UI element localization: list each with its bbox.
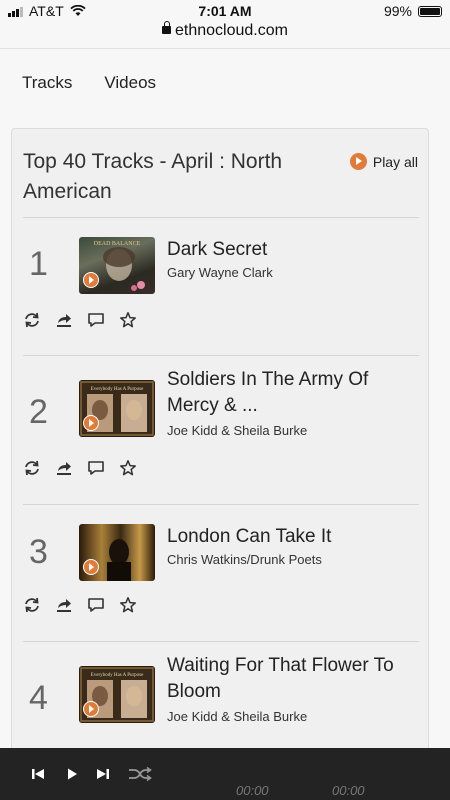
track-cover[interactable]: Everybody Has A Purpose xyxy=(79,666,155,723)
panel-title: Top 40 Tracks - April : North American xyxy=(23,150,283,203)
track-actions xyxy=(23,459,137,477)
track-rank: 1 xyxy=(29,245,48,283)
tab-tracks[interactable]: Tracks xyxy=(22,73,72,93)
track-row: 2 Everybody Has A Purpose Soldiers In Th… xyxy=(23,367,419,497)
comment-icon[interactable] xyxy=(87,459,105,477)
duration-time: 00:00 xyxy=(332,783,365,798)
divider xyxy=(23,217,419,218)
url-text: ethnocloud.com xyxy=(175,22,288,39)
battery-percent: 99% xyxy=(383,3,412,19)
current-time: 00:00 xyxy=(236,783,269,798)
track-title[interactable]: Waiting For That Flower To Bloom xyxy=(167,653,407,705)
content-tabs: Tracks Videos xyxy=(22,73,156,93)
track-row: 3 London Can Take It Chris Watkins/Drunk… xyxy=(23,516,419,646)
previous-icon[interactable] xyxy=(30,766,46,782)
star-icon[interactable] xyxy=(119,311,137,329)
star-icon[interactable] xyxy=(119,596,137,614)
play-all-button[interactable]: Play all xyxy=(349,153,418,170)
cover-text: Everybody Has A Purpose xyxy=(91,673,144,678)
share-icon[interactable] xyxy=(55,459,73,477)
track-artist[interactable]: Joe Kidd & Sheila Burke xyxy=(167,423,307,438)
track-play-icon[interactable] xyxy=(83,272,99,288)
track-cover[interactable]: DEAD BALANCE xyxy=(79,237,155,294)
battery-icon xyxy=(418,5,442,17)
play-icon[interactable] xyxy=(64,766,80,782)
track-title[interactable]: London Can Take It xyxy=(167,524,407,550)
share-icon[interactable] xyxy=(55,596,73,614)
lock-icon xyxy=(162,21,172,34)
track-play-icon[interactable] xyxy=(83,415,99,431)
track-artist[interactable]: Gary Wayne Clark xyxy=(167,265,273,280)
shuffle-icon[interactable] xyxy=(128,766,152,782)
track-cover[interactable]: Everybody Has A Purpose xyxy=(79,380,155,437)
status-right: 99% xyxy=(384,3,442,19)
status-bar: AT&T 7:01 AM 99% xyxy=(0,0,450,22)
tab-videos[interactable]: Videos xyxy=(104,73,156,93)
track-rank: 2 xyxy=(29,393,48,431)
play-icon xyxy=(349,153,367,170)
track-play-icon[interactable] xyxy=(83,559,99,575)
repost-icon[interactable] xyxy=(23,596,41,614)
track-rank: 3 xyxy=(29,533,48,571)
url-bar[interactable]: ethnocloud.com xyxy=(0,21,450,49)
divider xyxy=(23,504,419,505)
repost-icon[interactable] xyxy=(23,311,41,329)
next-icon[interactable] xyxy=(95,766,111,782)
track-artist[interactable]: Chris Watkins/Drunk Poets xyxy=(167,552,322,567)
track-title[interactable]: Soldiers In The Army Of Mercy & ... xyxy=(167,367,407,419)
divider xyxy=(23,641,419,642)
comment-icon[interactable] xyxy=(87,311,105,329)
cover-text: DEAD BALANCE xyxy=(94,241,141,247)
audio-player-bar: 00:00 00:00 xyxy=(0,748,450,800)
track-artist[interactable]: Joe Kidd & Sheila Burke xyxy=(167,709,307,724)
star-icon[interactable] xyxy=(119,459,137,477)
track-row: 1 DEAD BALANCE Dark Secret Gary Wayne Cl… xyxy=(23,229,419,359)
track-cover[interactable] xyxy=(79,524,155,581)
divider xyxy=(23,355,419,356)
top-tracks-panel: Top 40 Tracks - April : North American P… xyxy=(11,128,429,768)
track-play-icon[interactable] xyxy=(83,701,99,717)
cover-text: Everybody Has A Purpose xyxy=(91,387,144,392)
share-icon[interactable] xyxy=(55,311,73,329)
play-all-label: Play all xyxy=(372,153,418,170)
status-time: 7:01 AM xyxy=(198,3,252,19)
track-actions xyxy=(23,311,137,329)
comment-icon[interactable] xyxy=(87,596,105,614)
repost-icon[interactable] xyxy=(23,459,41,477)
track-rank: 4 xyxy=(29,679,48,717)
track-title[interactable]: Dark Secret xyxy=(167,237,407,263)
track-actions xyxy=(23,596,137,614)
